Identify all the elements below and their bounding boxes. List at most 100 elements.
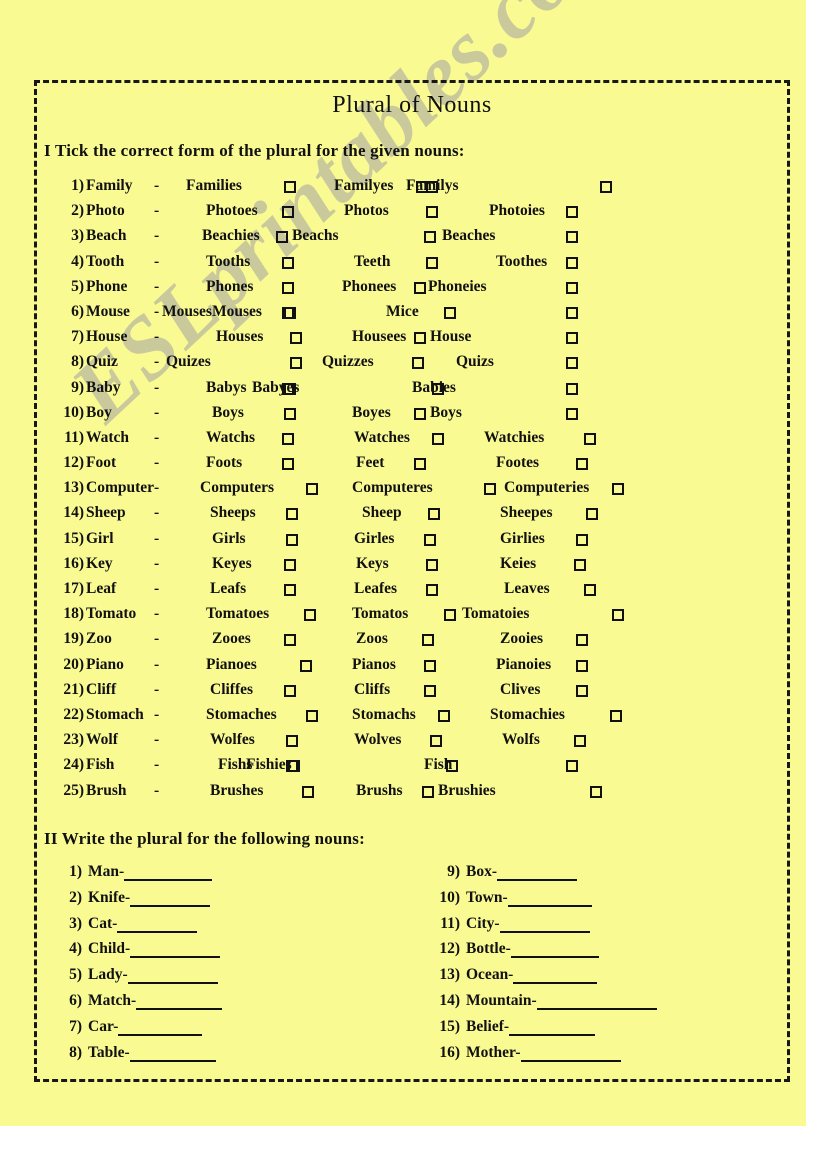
option-2-checkbox[interactable]: [484, 483, 496, 496]
option-2-checkbox[interactable]: [422, 634, 434, 647]
answer-blank[interactable]: [510, 942, 599, 959]
option-1-checkbox[interactable]: [282, 206, 294, 219]
exercise-2-right-item: 11) City-: [434, 915, 590, 933]
option-3-checkbox[interactable]: [586, 508, 598, 521]
option-2-checkbox[interactable]: [424, 231, 436, 244]
exercise-2-right-item: 9) Box-: [434, 863, 577, 881]
answer-blank[interactable]: [127, 968, 218, 985]
option-3-checkbox[interactable]: [574, 558, 586, 571]
answer-blank[interactable]: [117, 917, 198, 933]
answer-blank[interactable]: [536, 994, 657, 1010]
exercise-1-row: 10) Boy - Boys Boyes Boys: [34, 404, 790, 429]
option-4-checkbox[interactable]: [566, 760, 578, 773]
option-3-checkbox[interactable]: [566, 206, 578, 219]
option-1-checkbox[interactable]: [286, 508, 298, 521]
option-3-checkbox[interactable]: [612, 483, 624, 496]
option-2-checkbox[interactable]: [426, 256, 438, 269]
option-2-checkbox[interactable]: [414, 458, 426, 471]
option-1-checkbox[interactable]: [284, 684, 296, 697]
option-2-checkbox[interactable]: [414, 407, 426, 420]
option-1-checkbox[interactable]: [282, 458, 294, 471]
answer-blank[interactable]: [136, 994, 223, 1010]
option-2-checkbox[interactable]: [424, 659, 436, 672]
option-3-checkbox[interactable]: [432, 382, 444, 395]
option-2-checkbox[interactable]: [412, 357, 424, 370]
option-1-checkbox[interactable]: [286, 533, 298, 546]
option-1-checkbox[interactable]: [286, 735, 298, 748]
option-1-checkbox[interactable]: [276, 231, 288, 244]
option-4-checkbox[interactable]: [600, 181, 612, 193]
option-2-checkbox[interactable]: [426, 584, 438, 596]
option-1-checkbox[interactable]: [290, 332, 302, 345]
option-1-checkbox[interactable]: [306, 709, 318, 722]
option-2-checkbox[interactable]: [430, 735, 442, 748]
option-1-checkbox[interactable]: [282, 256, 294, 269]
option-3-checkbox[interactable]: [576, 533, 588, 546]
option-2-checkbox[interactable]: [428, 508, 440, 521]
option-1-checkbox[interactable]: [284, 634, 296, 647]
option-3-checkbox[interactable]: [566, 231, 578, 244]
option-3-checkbox[interactable]: [444, 306, 456, 319]
answer-blank[interactable]: [497, 865, 577, 881]
option-1-checkbox[interactable]: [282, 281, 294, 294]
option-2-checkbox[interactable]: [414, 281, 426, 294]
answer-blank[interactable]: [520, 1046, 621, 1062]
option-3-label: Zooies: [500, 630, 544, 648]
option-2-checkbox[interactable]: [284, 306, 296, 319]
answer-blank[interactable]: [118, 1020, 203, 1036]
option-3-checkbox[interactable]: [566, 332, 578, 345]
option-4-checkbox[interactable]: [566, 306, 578, 319]
option-2-checkbox[interactable]: [414, 332, 426, 345]
option-1-label: Foots: [206, 454, 243, 472]
option-3-checkbox[interactable]: [446, 760, 458, 773]
answer-blank[interactable]: [509, 1020, 596, 1036]
singular-noun: Lady-: [88, 966, 128, 984]
option-3-checkbox[interactable]: [576, 634, 588, 647]
option-3-checkbox[interactable]: [576, 659, 588, 672]
option-1-checkbox[interactable]: [300, 659, 312, 672]
option-1-checkbox[interactable]: [306, 483, 318, 496]
option-2-checkbox[interactable]: [432, 432, 444, 445]
answer-blank[interactable]: [124, 865, 213, 881]
option-3-checkbox[interactable]: [574, 735, 586, 748]
option-3-checkbox[interactable]: [576, 458, 588, 471]
option-2-checkbox[interactable]: [424, 533, 436, 546]
answer-blank[interactable]: [499, 917, 590, 933]
option-3-checkbox[interactable]: [590, 785, 602, 798]
option-4-checkbox[interactable]: [566, 382, 578, 395]
option-1-checkbox[interactable]: [284, 558, 296, 571]
option-3-checkbox[interactable]: [566, 281, 578, 294]
option-2-checkbox[interactable]: [422, 785, 434, 798]
option-3-checkbox[interactable]: [576, 684, 588, 697]
option-3-checkbox[interactable]: [612, 609, 624, 622]
option-1-checkbox[interactable]: [304, 609, 316, 622]
option-1-checkbox[interactable]: [282, 432, 294, 445]
option-2-checkbox[interactable]: [424, 684, 436, 697]
answer-blank[interactable]: [513, 968, 598, 985]
option-2-checkbox[interactable]: [426, 206, 438, 219]
option-1-checkbox[interactable]: [302, 785, 314, 798]
option-3-checkbox[interactable]: [426, 181, 438, 193]
option-3-checkbox[interactable]: [584, 584, 596, 596]
answer-blank[interactable]: [130, 942, 221, 959]
option-2-checkbox[interactable]: [444, 609, 456, 622]
option-1-checkbox[interactable]: [284, 584, 296, 596]
item-number: 8): [69, 1043, 82, 1061]
option-1-checkbox[interactable]: [284, 181, 296, 193]
answer-blank[interactable]: [129, 1046, 216, 1062]
option-3-checkbox[interactable]: [566, 256, 578, 269]
answer-blank[interactable]: [507, 891, 592, 907]
option-3-checkbox[interactable]: [566, 407, 578, 420]
option-2-checkbox[interactable]: [426, 558, 438, 571]
option-2-checkbox[interactable]: [438, 709, 450, 722]
option-3-checkbox[interactable]: [566, 357, 578, 370]
row-number: 19): [63, 630, 84, 648]
option-2-checkbox[interactable]: [284, 382, 296, 395]
option-1-checkbox[interactable]: [290, 357, 302, 370]
option-2-checkbox[interactable]: [288, 760, 300, 773]
option-3-checkbox[interactable]: [610, 709, 622, 722]
noun-word: Photo: [86, 202, 125, 220]
answer-blank[interactable]: [130, 891, 211, 907]
option-3-checkbox[interactable]: [584, 432, 596, 445]
option-1-checkbox[interactable]: [284, 407, 296, 420]
